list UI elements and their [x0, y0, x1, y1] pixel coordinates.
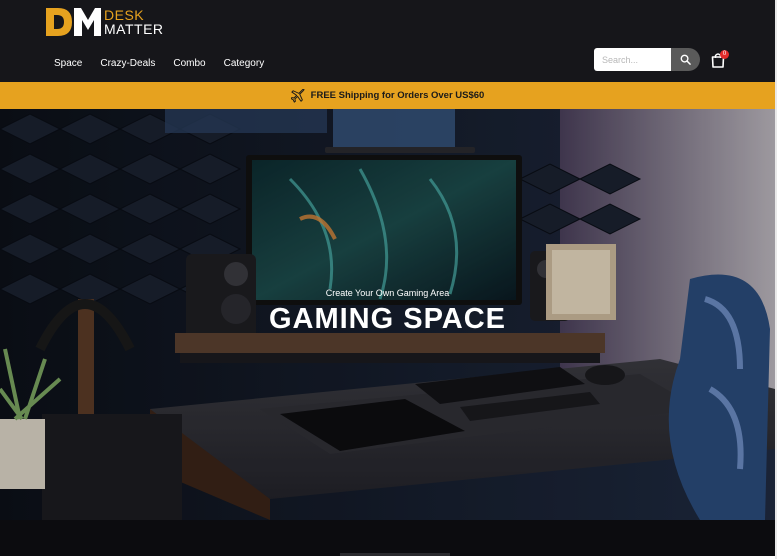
promo-banner: FREE Shipping for Orders Over US$60 [0, 82, 775, 109]
promo-text: FREE Shipping for Orders Over US$60 [310, 90, 485, 101]
search-input[interactable] [594, 48, 671, 71]
nav-item-category[interactable]: Category [224, 58, 265, 69]
hero-tagline: Create Your Own Gaming Area [325, 288, 450, 298]
footer-divider [340, 553, 450, 556]
hero-banner[interactable]: Create Your Own Gaming Area GAMING SPACE [0, 109, 775, 520]
dm-logo-icon [46, 8, 101, 36]
brand-line2: MATTER [104, 21, 164, 37]
nav-item-space[interactable]: Space [54, 58, 82, 69]
hero-title: GAMING SPACE [268, 303, 507, 335]
footer-strip [0, 520, 775, 556]
airplane-icon [290, 88, 305, 103]
page: DESK MATTER Space Crazy-Deals Combo Cate… [0, 0, 777, 559]
main-nav: Space Crazy-Deals Combo Category [54, 58, 264, 69]
nav-item-crazy-deals[interactable]: Crazy-Deals [100, 58, 155, 69]
cart-button[interactable]: 0 [711, 50, 729, 70]
site-header: DESK MATTER Space Crazy-Deals Combo Cate… [0, 0, 775, 82]
search-button[interactable] [671, 48, 700, 71]
search-icon [680, 54, 691, 65]
nav-item-combo[interactable]: Combo [173, 58, 205, 69]
search-bar [594, 48, 700, 71]
brand-logo[interactable]: DESK MATTER [44, 6, 164, 38]
brand-line1: DESK [104, 7, 145, 23]
cart-count-badge: 0 [720, 50, 729, 59]
brand-wordmark: DESK MATTER [104, 8, 164, 36]
